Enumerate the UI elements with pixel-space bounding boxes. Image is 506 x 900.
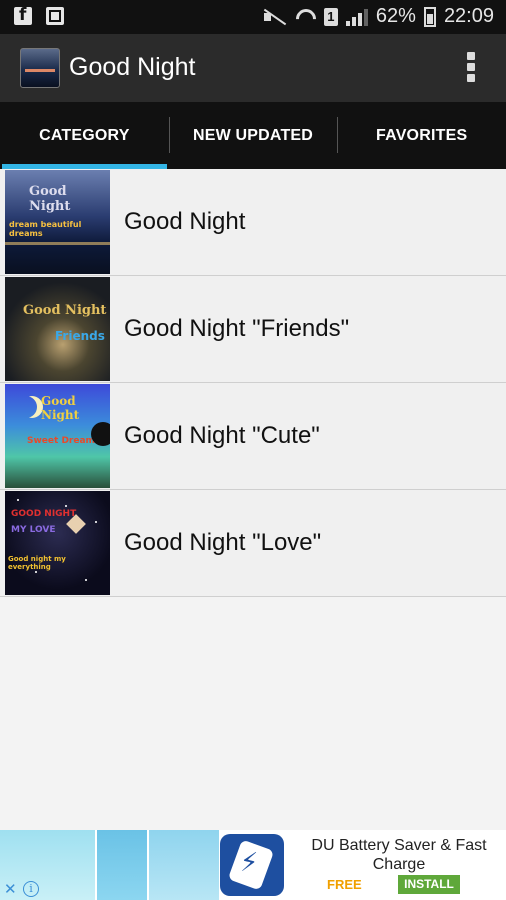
app-icon[interactable] xyxy=(20,48,60,88)
category-list: Good Night dream beautiful dreams Good N… xyxy=(0,169,506,597)
thumbnail-image: Good Night Friends xyxy=(5,277,110,381)
category-label: Good Night "Love" xyxy=(124,529,322,556)
wifi-icon xyxy=(296,9,316,25)
ad-banner[interactable]: DU Battery Saver & Fast Charge FREE INST… xyxy=(0,830,506,900)
clock: 22:09 xyxy=(443,5,494,27)
list-item-good-night-cute[interactable]: Good Night Sweet Dreams Good Night "Cute… xyxy=(0,383,506,490)
action-bar: Good Night xyxy=(0,34,506,102)
category-label: Good Night "Friends" xyxy=(124,315,350,342)
thumbnail-image: Good Night Sweet Dreams xyxy=(5,384,110,488)
list-item-good-night-love[interactable]: GOOD NIGHT MY LOVE Good night my everyth… xyxy=(0,490,506,597)
thumbnail-image: GOOD NIGHT MY LOVE Good night my everyth… xyxy=(5,491,110,595)
ad-info-icon[interactable]: i xyxy=(23,881,39,897)
category-label: Good Night "Cute" xyxy=(124,422,320,449)
sim-icon: 1 xyxy=(323,7,338,26)
battery-app-icon xyxy=(220,834,284,896)
mute-icon xyxy=(262,8,288,26)
battery-icon xyxy=(423,6,436,27)
list-item-good-night-friends[interactable]: Good Night Friends Good Night "Friends" xyxy=(0,276,506,383)
signal-icon xyxy=(345,8,368,26)
tab-category[interactable]: CATEGORY xyxy=(0,102,169,169)
battery-percent: 62% xyxy=(375,5,416,27)
overflow-menu-icon[interactable] xyxy=(466,52,476,84)
ad-screenshot xyxy=(149,830,219,900)
ad-title: DU Battery Saver & Fast Charge xyxy=(311,837,487,873)
facebook-icon xyxy=(14,5,32,25)
tab-favorites[interactable]: FAVORITES xyxy=(337,102,506,169)
category-label: Good Night xyxy=(124,208,246,235)
list-item-good-night[interactable]: Good Night dream beautiful dreams Good N… xyxy=(0,169,506,276)
ad-screenshot xyxy=(97,830,147,900)
thumbnail-image: Good Night dream beautiful dreams xyxy=(5,170,110,274)
app-title: Good Night xyxy=(69,53,196,81)
status-bar: 1 62% 22:09 xyxy=(0,0,506,34)
ad-price: FREE xyxy=(327,877,362,892)
image-icon xyxy=(46,7,64,25)
tab-new-updated[interactable]: NEW UPDATED xyxy=(168,102,338,169)
install-button[interactable]: INSTALL xyxy=(398,875,460,894)
tab-bar: CATEGORY NEW UPDATED FAVORITES xyxy=(0,102,506,169)
ad-close-icon[interactable]: ✕ xyxy=(4,880,17,898)
